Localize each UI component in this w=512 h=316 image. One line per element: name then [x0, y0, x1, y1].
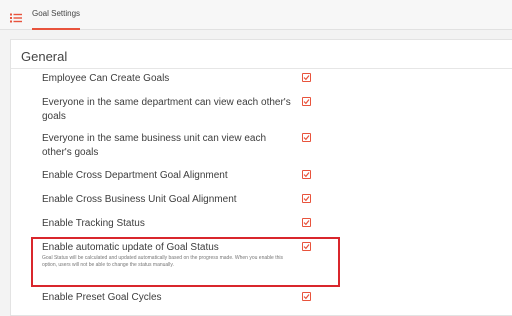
setting-label-preset-goal-cycles: Enable Preset Goal Cycles	[42, 292, 162, 303]
setting-label-cross-business-unit-alignment: Enable Cross Business Unit Goal Alignmen…	[42, 194, 237, 205]
setting-label-cross-department-alignment: Enable Cross Department Goal Alignment	[42, 170, 228, 181]
checkbox-business-unit-view-goals[interactable]	[302, 133, 311, 142]
check-icon	[303, 294, 310, 300]
check-icon	[303, 244, 310, 250]
general-settings-panel: General Employee Can Create Goals Everyo…	[10, 39, 512, 316]
checkbox-employee-create-goals[interactable]	[302, 73, 311, 82]
section-title-general: General	[21, 49, 68, 64]
checkbox-cross-department-alignment[interactable]	[302, 170, 311, 179]
section-divider	[11, 68, 512, 69]
setting-label-business-unit-view-goals: Everyone in the same business unit can v…	[42, 133, 267, 158]
check-icon	[303, 75, 310, 81]
check-icon	[303, 135, 310, 141]
checkbox-department-view-goals[interactable]	[302, 97, 311, 106]
checkbox-preset-goal-cycles[interactable]	[302, 292, 311, 301]
setting-label-employee-create-goals: Employee Can Create Goals	[42, 73, 170, 84]
top-bar: Goal Settings	[0, 0, 512, 30]
setting-label-auto-update-goal-status: Enable automatic update of Goal Status	[42, 242, 219, 253]
check-icon	[303, 220, 310, 226]
list-menu-icon[interactable]	[10, 10, 22, 23]
checkbox-tracking-status[interactable]	[302, 218, 311, 227]
check-icon	[303, 196, 310, 202]
setting-label-department-view-goals: Everyone in the same department can view…	[42, 97, 291, 122]
checkbox-cross-business-unit-alignment[interactable]	[302, 194, 311, 203]
check-icon	[303, 172, 310, 178]
setting-label-tracking-status: Enable Tracking Status	[42, 218, 145, 229]
setting-description-auto-update-goal-status: Goal Status will be calculated and updat…	[42, 255, 283, 268]
tab-goal-settings[interactable]: Goal Settings	[32, 0, 81, 30]
check-icon	[303, 99, 310, 105]
checkbox-auto-update-goal-status[interactable]	[302, 242, 311, 251]
